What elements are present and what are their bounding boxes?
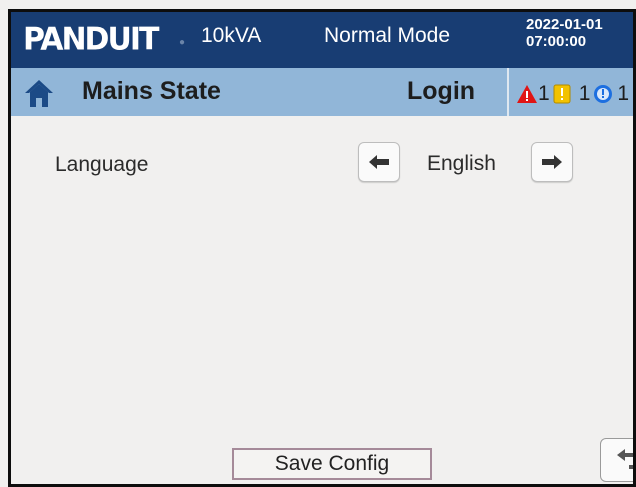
language-setting-row: Language English: [11, 116, 633, 206]
brand-logo: PANDUIT: [23, 20, 159, 58]
back-arrow-icon: [617, 449, 633, 469]
date-text: 2022-01-01: [526, 16, 603, 33]
navigation-bar: Mains State Login 1 1 1: [11, 68, 633, 116]
language-label: Language: [55, 153, 149, 176]
info-circle-icon: [594, 85, 613, 103]
warning-alarm-count: 1: [578, 82, 591, 105]
login-button[interactable]: Login: [407, 77, 475, 106]
home-icon[interactable]: [23, 78, 55, 108]
brand-logo-text: PANDUIT: [23, 20, 159, 58]
capacity-label: 10kVA: [201, 24, 262, 47]
datetime-display: 2022-01-01 07:00:00: [526, 16, 603, 50]
divider: [507, 68, 509, 116]
info-alarm-count: 1: [617, 82, 630, 105]
page-title: Mains State: [82, 77, 221, 105]
warning-triangle-icon: [517, 85, 537, 103]
critical-alarm-count: 1: [538, 82, 550, 105]
back-button[interactable]: [600, 438, 633, 482]
save-config-button[interactable]: Save Config: [232, 448, 432, 480]
exclamation-box-icon: [553, 84, 571, 104]
arrow-left-icon: [369, 155, 389, 169]
alarm-summary[interactable]: 1 1 1: [516, 82, 632, 106]
language-value: English: [427, 152, 496, 175]
arrow-right-icon: [542, 155, 562, 169]
language-prev-button[interactable]: [358, 142, 400, 182]
top-status-bar: PANDUIT ● 10kVA Normal Mode 2022-01-01 0…: [11, 12, 633, 68]
separator-dot: ●: [179, 37, 186, 48]
mode-label: Normal Mode: [324, 24, 451, 47]
language-next-button[interactable]: [531, 142, 573, 182]
time-text: 07:00:00: [526, 33, 587, 50]
hmi-screen: PANDUIT ● 10kVA Normal Mode 2022-01-01 0…: [8, 9, 636, 487]
